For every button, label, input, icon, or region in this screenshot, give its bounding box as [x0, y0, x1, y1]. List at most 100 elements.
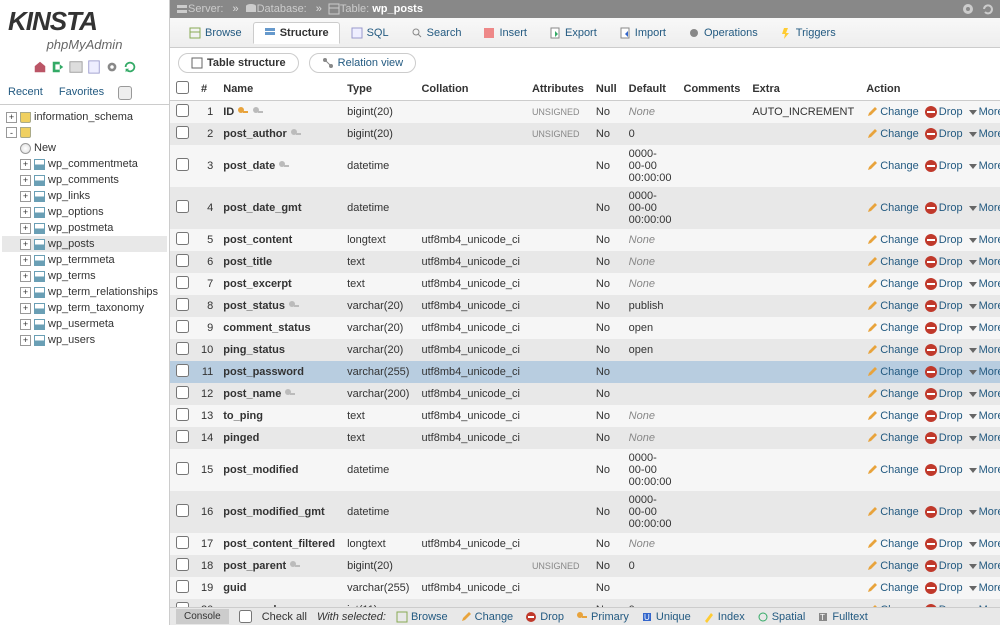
- change-link[interactable]: Change: [866, 344, 919, 356]
- change-link[interactable]: Change: [866, 128, 919, 140]
- home-icon[interactable]: [33, 60, 47, 74]
- tab-triggers[interactable]: Triggers: [769, 22, 847, 44]
- bottom-drop[interactable]: Drop: [525, 611, 564, 623]
- col-name[interactable]: menu_order: [217, 599, 341, 607]
- bottom-primary[interactable]: Primary: [576, 611, 629, 623]
- change-link[interactable]: Change: [866, 234, 919, 246]
- drop-link[interactable]: Drop: [925, 506, 963, 518]
- more-link[interactable]: More: [969, 344, 1000, 356]
- expand-icon[interactable]: +: [20, 335, 31, 346]
- drop-link[interactable]: Drop: [925, 300, 963, 312]
- drop-link[interactable]: Drop: [925, 582, 963, 594]
- drop-link[interactable]: Drop: [925, 278, 963, 290]
- more-link[interactable]: More: [969, 366, 1000, 378]
- drop-link[interactable]: Drop: [925, 366, 963, 378]
- bottom-unique[interactable]: UUnique: [641, 611, 691, 623]
- tab-operations[interactable]: Operations: [677, 22, 769, 44]
- row-check[interactable]: [176, 126, 189, 139]
- more-link[interactable]: More: [969, 160, 1000, 172]
- change-link[interactable]: Change: [866, 388, 919, 400]
- col-name[interactable]: comment_status: [217, 317, 341, 339]
- change-link[interactable]: Change: [866, 506, 919, 518]
- bottom-fulltext[interactable]: TFulltext: [817, 611, 867, 623]
- tree-db[interactable]: -: [2, 125, 167, 140]
- tree-wp_termmeta[interactable]: +wp_termmeta: [2, 252, 167, 268]
- tree-wp_comments[interactable]: +wp_comments: [2, 172, 167, 188]
- tree-new[interactable]: New: [2, 140, 167, 156]
- drop-link[interactable]: Drop: [925, 344, 963, 356]
- expand-icon[interactable]: +: [20, 223, 31, 234]
- col-name[interactable]: post_parent: [217, 555, 341, 577]
- more-link[interactable]: More: [969, 464, 1000, 476]
- row-check[interactable]: [176, 320, 189, 333]
- tab-import[interactable]: Import: [608, 22, 677, 44]
- drop-link[interactable]: Drop: [925, 388, 963, 400]
- drop-link[interactable]: Drop: [925, 410, 963, 422]
- col-name[interactable]: to_ping: [217, 405, 341, 427]
- expand-icon[interactable]: +: [20, 319, 31, 330]
- drop-link[interactable]: Drop: [925, 106, 963, 118]
- col-name[interactable]: post_modified_gmt: [217, 491, 341, 533]
- check-all-box[interactable]: [239, 610, 252, 623]
- expand-icon[interactable]: +: [20, 239, 31, 250]
- col-name[interactable]: post_password: [217, 361, 341, 383]
- expand-icon[interactable]: +: [20, 303, 31, 314]
- drop-link[interactable]: Drop: [925, 256, 963, 268]
- change-link[interactable]: Change: [866, 560, 919, 572]
- row-check[interactable]: [176, 536, 189, 549]
- more-link[interactable]: More: [969, 256, 1000, 268]
- expand-icon[interactable]: -: [6, 127, 17, 138]
- row-check[interactable]: [176, 430, 189, 443]
- docs-icon[interactable]: [87, 60, 101, 74]
- col-name[interactable]: post_status: [217, 295, 341, 317]
- expand-icon[interactable]: +: [20, 287, 31, 298]
- col-name[interactable]: post_excerpt: [217, 273, 341, 295]
- change-link[interactable]: Change: [866, 366, 919, 378]
- change-link[interactable]: Change: [866, 582, 919, 594]
- col-name[interactable]: post_content: [217, 229, 341, 251]
- gear-icon[interactable]: [962, 3, 974, 15]
- change-link[interactable]: Change: [866, 278, 919, 290]
- col-name[interactable]: post_name: [217, 383, 341, 405]
- more-link[interactable]: More: [969, 202, 1000, 214]
- row-check[interactable]: [176, 276, 189, 289]
- tree-wp_commentmeta[interactable]: +wp_commentmeta: [2, 156, 167, 172]
- col-name[interactable]: post_title: [217, 251, 341, 273]
- expand-icon[interactable]: +: [20, 175, 31, 186]
- bottom-browse[interactable]: Browse: [396, 611, 448, 623]
- bottom-spatial[interactable]: Spatial: [757, 611, 806, 623]
- tree-wp_users[interactable]: +wp_users: [2, 332, 167, 348]
- row-check[interactable]: [176, 342, 189, 355]
- tree-wp_usermeta[interactable]: +wp_usermeta: [2, 316, 167, 332]
- expand-icon[interactable]: +: [20, 159, 31, 170]
- drop-link[interactable]: Drop: [925, 202, 963, 214]
- row-check[interactable]: [176, 104, 189, 117]
- row-check[interactable]: [176, 504, 189, 517]
- drop-link[interactable]: Drop: [925, 538, 963, 550]
- more-link[interactable]: More: [969, 560, 1000, 572]
- tab-structure[interactable]: Structure: [253, 22, 340, 44]
- change-link[interactable]: Change: [866, 322, 919, 334]
- tree-information_schema[interactable]: +information_schema: [2, 109, 167, 125]
- sidetab-favorites[interactable]: Favorites: [51, 82, 112, 104]
- more-link[interactable]: More: [969, 128, 1000, 140]
- more-link[interactable]: More: [969, 300, 1000, 312]
- tree-wp_options[interactable]: +wp_options: [2, 204, 167, 220]
- drop-link[interactable]: Drop: [925, 464, 963, 476]
- more-link[interactable]: More: [969, 322, 1000, 334]
- more-link[interactable]: More: [969, 278, 1000, 290]
- sidetab-recent[interactable]: Recent: [0, 82, 51, 104]
- change-link[interactable]: Change: [866, 464, 919, 476]
- change-link[interactable]: Change: [866, 410, 919, 422]
- more-link[interactable]: More: [969, 410, 1000, 422]
- check-all-label[interactable]: Check all: [262, 611, 307, 623]
- expand-icon[interactable]: +: [20, 271, 31, 282]
- change-link[interactable]: Change: [866, 300, 919, 312]
- tab-browse[interactable]: Browse: [178, 22, 253, 44]
- table-structure-button[interactable]: Table structure: [178, 53, 299, 73]
- col-name[interactable]: guid: [217, 577, 341, 599]
- drop-link[interactable]: Drop: [925, 322, 963, 334]
- refresh-icon[interactable]: [982, 3, 994, 15]
- more-link[interactable]: More: [969, 234, 1000, 246]
- tree-wp_terms[interactable]: +wp_terms: [2, 268, 167, 284]
